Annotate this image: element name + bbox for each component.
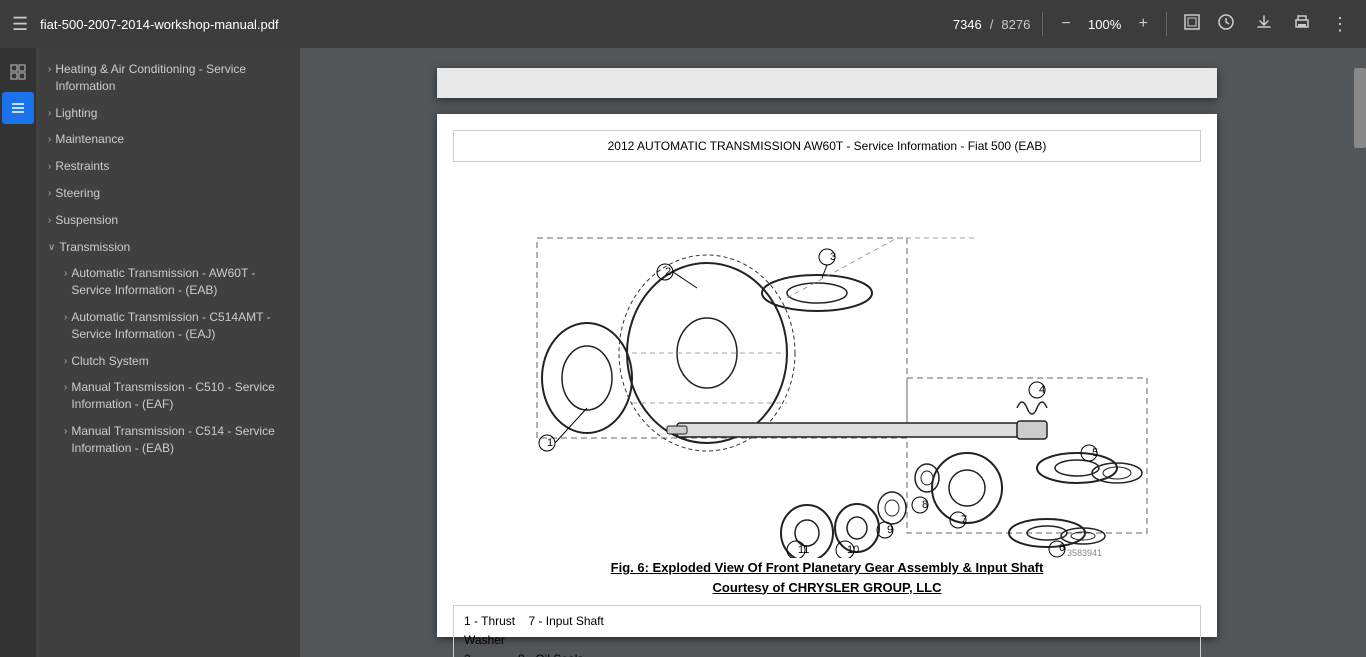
tree-item-3[interactable]: › Restraints xyxy=(36,153,300,180)
pdf-page-top xyxy=(437,68,1217,98)
main-content: › Heating & Air Conditioning - Service In… xyxy=(0,48,1366,657)
tree-item-6[interactable]: ∨ Transmission xyxy=(36,234,300,261)
total-pages: 8276 xyxy=(1001,17,1030,32)
print-button[interactable] xyxy=(1289,9,1315,40)
tree-item-8[interactable]: › Automatic Transmission - C514AMT - Serv… xyxy=(36,304,300,348)
tree-chevron-7: › xyxy=(64,267,67,281)
tree-chevron-6: ∨ xyxy=(48,241,55,255)
tree-chevron-0: › xyxy=(48,63,51,77)
tree-chevron-11: › xyxy=(64,425,67,439)
tree-item-4[interactable]: › Steering xyxy=(36,180,300,207)
tree-label-2: Maintenance xyxy=(55,131,292,148)
toolbar-right: ⋮ xyxy=(1251,9,1354,40)
caption-title-line1: Fig. 6: Exploded View Of Front Planetary… xyxy=(453,558,1201,578)
tree-label-0: Heating & Air Conditioning - Service Inf… xyxy=(55,61,292,95)
parts-row-1: 1 - Thrust 7 - Input Shaft xyxy=(464,612,1190,631)
page-navigation: / 8276 xyxy=(937,17,1031,32)
more-options-button[interactable]: ⋮ xyxy=(1327,10,1354,39)
zoom-out-button[interactable]: − xyxy=(1055,13,1076,35)
filename-label: fiat-500-2007-2014-workshop-manual.pdf xyxy=(40,17,278,32)
parts-table-content: 1 - Thrust 7 - Input Shaft Washer 2 - 8 … xyxy=(454,606,1200,657)
print-icon xyxy=(1293,13,1311,31)
history-button[interactable] xyxy=(1213,9,1239,40)
toolbar-left: ☰ fiat-500-2007-2014-workshop-manual.pdf xyxy=(12,14,925,35)
tree-item-0[interactable]: › Heating & Air Conditioning - Service In… xyxy=(36,56,300,100)
bookmarks-icon xyxy=(9,99,27,117)
parts-row-3: 2 - 8 - Oil Seals xyxy=(464,650,1190,657)
page-separator: / xyxy=(990,17,994,32)
thumbnails-icon xyxy=(9,63,27,81)
pdf-page-main: 2012 AUTOMATIC TRANSMISSION AW60T - Serv… xyxy=(437,114,1217,637)
pdf-header: 2012 AUTOMATIC TRANSMISSION AW60T - Serv… xyxy=(453,130,1201,162)
tree-label-5: Suspension xyxy=(55,212,292,229)
tree-label-3: Restraints xyxy=(55,158,292,175)
sidebar-icon-panel xyxy=(0,48,36,657)
menu-icon[interactable]: ☰ xyxy=(12,14,28,35)
history-icon xyxy=(1217,13,1235,31)
pdf-viewer[interactable]: 2012 AUTOMATIC TRANSMISSION AW60T - Serv… xyxy=(300,48,1354,657)
svg-text:2: 2 xyxy=(665,266,671,278)
tree-chevron-10: › xyxy=(64,381,67,395)
tree-item-7[interactable]: › Automatic Transmission - AW60T - Servic… xyxy=(36,260,300,304)
exploded-diagram-svg: 1 2 3 xyxy=(477,178,1177,558)
zoom-level-label: 100% xyxy=(1085,17,1125,32)
tree-label-7: Automatic Transmission - AW60T - Service… xyxy=(71,265,292,299)
tree-label-8: Automatic Transmission - C514AMT - Servi… xyxy=(71,309,292,343)
svg-text:3583941: 3583941 xyxy=(1067,548,1102,558)
tree-label-11: Manual Transmission - C514 - Service Inf… xyxy=(71,423,292,457)
tree-item-1[interactable]: › Lighting xyxy=(36,100,300,127)
toolbar: ☰ fiat-500-2007-2014-workshop-manual.pdf… xyxy=(0,0,1366,48)
sidebar-thumbnails-button[interactable] xyxy=(2,56,34,88)
tree-chevron-9: › xyxy=(64,355,67,369)
figure-caption: Fig. 6: Exploded View Of Front Planetary… xyxy=(453,558,1201,597)
separator-1 xyxy=(1042,12,1043,36)
tree-label-9: Clutch System xyxy=(71,353,292,370)
parts-table: 1 - Thrust 7 - Input Shaft Washer 2 - 8 … xyxy=(453,605,1201,657)
tree-chevron-4: › xyxy=(48,187,51,201)
page-number-input[interactable] xyxy=(937,17,982,32)
toolbar-center: / 8276 − 100% + xyxy=(937,9,1239,40)
tree-item-9[interactable]: › Clutch System xyxy=(36,348,300,375)
tree-item-11[interactable]: › Manual Transmission - C514 - Service In… xyxy=(36,418,300,462)
tree-label-6: Transmission xyxy=(59,239,292,256)
tree-label-10: Manual Transmission - C510 - Service Inf… xyxy=(71,379,292,413)
tree-label-1: Lighting xyxy=(55,105,292,122)
tree-chevron-2: › xyxy=(48,133,51,147)
fit-page-button[interactable] xyxy=(1179,9,1205,40)
tree-item-2[interactable]: › Maintenance xyxy=(36,126,300,153)
fit-icon xyxy=(1183,13,1201,31)
tree-chevron-1: › xyxy=(48,107,51,121)
tree-chevron-8: › xyxy=(64,311,67,325)
download-button[interactable] xyxy=(1251,9,1277,40)
zoom-in-button[interactable]: + xyxy=(1133,13,1154,35)
tree-label-4: Steering xyxy=(55,185,292,202)
tree-panel: › Heating & Air Conditioning - Service In… xyxy=(36,48,300,470)
diagram-area: 1 2 3 xyxy=(453,178,1201,558)
tree-chevron-3: › xyxy=(48,160,51,174)
caption-title-line2: Courtesy of CHRYSLER GROUP, LLC xyxy=(453,578,1201,598)
tree-item-10[interactable]: › Manual Transmission - C510 - Service In… xyxy=(36,374,300,418)
parts-row-2: Washer xyxy=(464,631,1190,650)
download-icon xyxy=(1255,13,1273,31)
tree-item-5[interactable]: › Suspension xyxy=(36,207,300,234)
zoom-controls: − 100% + xyxy=(1055,13,1154,35)
right-scrollbar[interactable] xyxy=(1354,48,1366,657)
sidebar: › Heating & Air Conditioning - Service In… xyxy=(0,48,300,657)
svg-text:1: 1 xyxy=(547,437,553,449)
right-scrollbar-thumb[interactable] xyxy=(1354,68,1366,148)
sidebar-bookmarks-button[interactable] xyxy=(2,92,34,124)
tree-chevron-5: › xyxy=(48,214,51,228)
more-icon: ⋮ xyxy=(1331,14,1350,34)
separator-2 xyxy=(1166,12,1167,36)
